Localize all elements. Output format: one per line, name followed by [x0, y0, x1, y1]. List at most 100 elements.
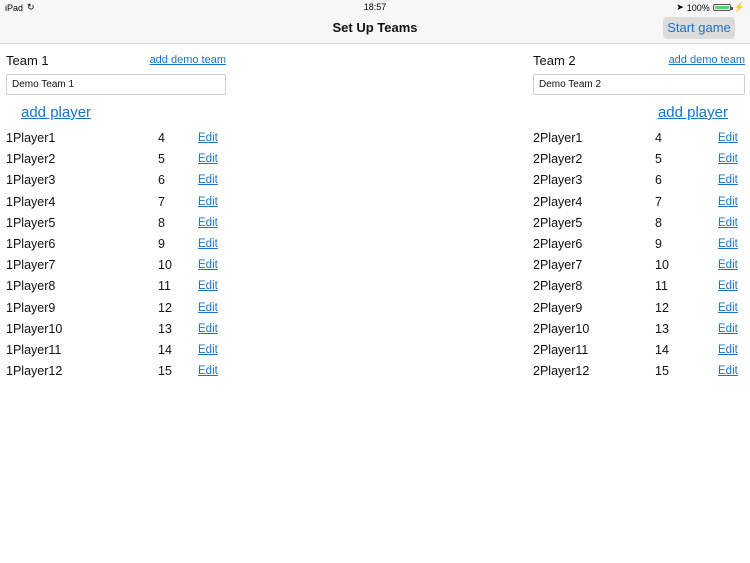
- player-name: 1Player3: [6, 173, 56, 188]
- edit-player-link[interactable]: Edit: [198, 344, 218, 356]
- player-row: 1Player8 11 Edit: [6, 277, 226, 298]
- edit-player-link[interactable]: Edit: [198, 238, 218, 250]
- edit-player-link[interactable]: Edit: [198, 153, 218, 165]
- player-number: 13: [655, 321, 669, 336]
- player-number: 4: [158, 131, 165, 145]
- battery-percent: 100%: [686, 2, 710, 13]
- player-name: 2Player1: [533, 131, 583, 145]
- player-name: 1Player6: [6, 236, 56, 251]
- add-player-team-1-link[interactable]: add player: [21, 104, 91, 121]
- player-name: 2Player8: [533, 279, 583, 294]
- player-row: 2Player4 7 Edit: [533, 193, 745, 214]
- player-number: 11: [158, 279, 171, 294]
- edit-player-link[interactable]: Edit: [198, 174, 218, 186]
- edit-player-link[interactable]: Edit: [718, 344, 738, 356]
- player-row: 1Player11 14 Edit: [6, 341, 226, 362]
- player-row: 1Player5 8 Edit: [6, 214, 226, 235]
- edit-player-link[interactable]: Edit: [718, 174, 738, 186]
- edit-player-link[interactable]: Edit: [718, 132, 738, 144]
- player-number: 5: [158, 152, 165, 167]
- player-row: 1Player2 5 Edit: [6, 150, 226, 171]
- edit-player-link[interactable]: Edit: [718, 153, 738, 165]
- player-name: 1Player9: [6, 300, 56, 315]
- player-number: 8: [655, 215, 662, 230]
- team-1-name-input[interactable]: Demo Team 1: [6, 74, 226, 95]
- edit-player-link[interactable]: Edit: [198, 259, 218, 271]
- player-number: 12: [158, 300, 172, 315]
- player-number: 9: [158, 236, 165, 251]
- battery-icon: [712, 4, 733, 11]
- player-row: 2Player9 12 Edit: [533, 299, 745, 320]
- player-name: 2Player10: [533, 321, 590, 336]
- player-name: 1Player8: [6, 279, 56, 294]
- edit-player-link[interactable]: Edit: [718, 323, 738, 335]
- add-demo-team-2-link[interactable]: add demo team: [669, 54, 745, 66]
- player-row: 2Player6 9 Edit: [533, 235, 745, 256]
- player-name: 2Player3: [533, 173, 583, 188]
- player-name: 2Player9: [533, 300, 583, 315]
- add-demo-team-1-link[interactable]: add demo team: [150, 54, 226, 66]
- team-1-player-list: 1Player1 4 Edit 1Player2 5 Edit 1Player3 6 Edit 1…: [6, 129, 226, 383]
- player-number: 6: [655, 173, 662, 188]
- player-number: 5: [655, 152, 662, 167]
- player-number: 15: [655, 364, 669, 379]
- add-player-team-2-link[interactable]: add player: [658, 104, 728, 121]
- player-row: 1Player3 6 Edit: [6, 171, 226, 192]
- player-name: 1Player5: [6, 215, 56, 230]
- player-name: 1Player4: [6, 194, 56, 209]
- player-number: 11: [655, 279, 668, 294]
- player-name: 2Player7: [533, 258, 583, 273]
- player-name: 1Player10: [6, 321, 63, 336]
- player-number: 7: [158, 194, 165, 209]
- team-2-name-input[interactable]: Demo Team 2: [533, 74, 745, 95]
- player-row: 1Player10 13 Edit: [6, 320, 226, 341]
- edit-player-link[interactable]: Edit: [198, 302, 218, 314]
- edit-player-link[interactable]: Edit: [718, 365, 738, 377]
- edit-player-link[interactable]: Edit: [198, 280, 218, 292]
- player-number: 9: [655, 236, 662, 251]
- edit-player-link[interactable]: Edit: [718, 302, 738, 314]
- player-name: 2Player4: [533, 194, 583, 209]
- team-1-panel: Team 1 add demo team Demo Team 1 add pla…: [6, 52, 226, 378]
- start-game-button[interactable]: Start game: [663, 17, 735, 39]
- team-1-label: Team 1: [6, 53, 49, 68]
- player-row: 2Player1 4 Edit: [533, 129, 745, 150]
- edit-player-link[interactable]: Edit: [718, 196, 738, 208]
- team-2-player-list: 2Player1 4 Edit 2Player2 5 Edit 2Player3 6 Edit 2…: [533, 129, 745, 383]
- player-name: 1Player12: [6, 364, 63, 379]
- player-number: 7: [655, 194, 662, 209]
- edit-player-link[interactable]: Edit: [198, 217, 218, 229]
- status-bar: iPad ↻ 18:57 ➤ 100% ⚡: [0, 0, 750, 14]
- player-number: 14: [158, 342, 172, 357]
- player-row: 2Player10 13 Edit: [533, 320, 745, 341]
- player-row: 2Player8 11 Edit: [533, 277, 745, 298]
- player-name: 2Player6: [533, 236, 583, 251]
- player-name: 1Player1: [6, 131, 56, 145]
- player-row: 2Player11 14 Edit: [533, 341, 745, 362]
- player-number: 6: [158, 173, 165, 188]
- page-title: Set Up Teams: [332, 20, 418, 35]
- player-number: 14: [655, 342, 669, 357]
- player-row: 1Player6 9 Edit: [6, 235, 226, 256]
- status-right: ➤ 100% ⚡: [676, 2, 745, 13]
- location-arrow-icon: ➤: [676, 2, 684, 12]
- edit-player-link[interactable]: Edit: [718, 280, 738, 292]
- player-name: 1Player11: [6, 342, 62, 357]
- player-row: 2Player2 5 Edit: [533, 150, 745, 171]
- edit-player-link[interactable]: Edit: [198, 365, 218, 377]
- edit-player-link[interactable]: Edit: [198, 323, 218, 335]
- team-2-label: Team 2: [533, 53, 576, 68]
- edit-player-link[interactable]: Edit: [718, 259, 738, 271]
- player-number: 8: [158, 215, 165, 230]
- player-name: 1Player7: [6, 258, 56, 273]
- player-name: 1Player2: [6, 152, 56, 167]
- edit-player-link[interactable]: Edit: [718, 238, 738, 250]
- edit-player-link[interactable]: Edit: [718, 217, 738, 229]
- player-row: 1Player12 15 Edit: [6, 362, 226, 383]
- team-2-panel: Team 2 add demo team Demo Team 2 add pla…: [533, 52, 745, 378]
- player-number: 12: [655, 300, 669, 315]
- player-name: 2Player12: [533, 364, 590, 379]
- edit-player-link[interactable]: Edit: [198, 196, 218, 208]
- player-row: 1Player4 7 Edit: [6, 193, 226, 214]
- edit-player-link[interactable]: Edit: [198, 132, 218, 144]
